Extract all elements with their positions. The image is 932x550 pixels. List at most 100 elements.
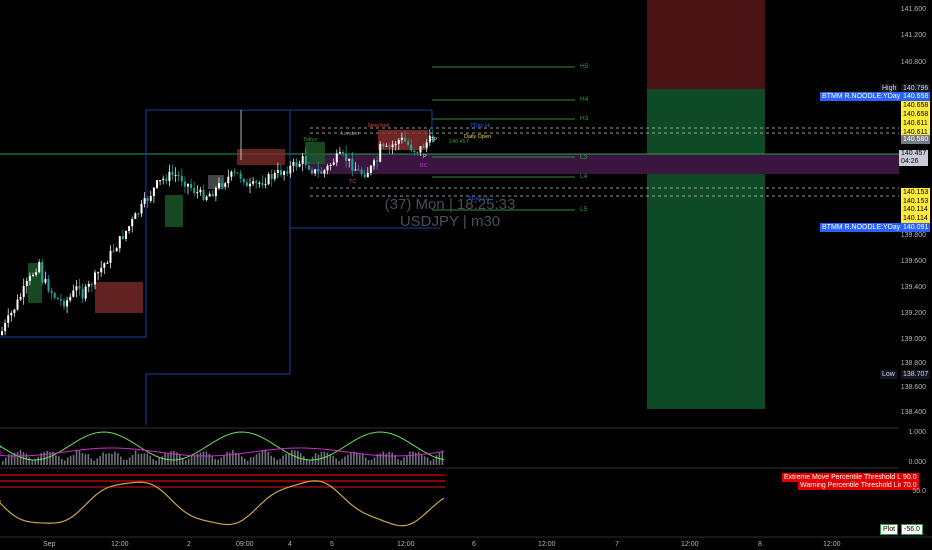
- candle-body: [335, 153, 338, 163]
- candle-body: [25, 280, 28, 287]
- histogram-bar: [270, 455, 273, 465]
- price-axis-label: 139.800: [900, 232, 926, 239]
- histogram-bar: [367, 460, 370, 465]
- candle-body: [270, 174, 273, 179]
- histogram-bar: [397, 458, 399, 465]
- level-label-h4: H4: [580, 96, 589, 103]
- histogram-bar: [2, 461, 4, 465]
- histogram-bar: [140, 453, 143, 465]
- candle-body: [208, 193, 211, 197]
- histogram-bar: [403, 457, 405, 465]
- histogram-bar: [105, 453, 107, 465]
- candle-body: [146, 198, 149, 201]
- candle-body: [261, 182, 264, 186]
- candle-body: [118, 236, 121, 249]
- histogram-bar: [409, 451, 411, 465]
- candle-body: [162, 178, 165, 181]
- candle-body: [373, 160, 375, 166]
- histogram-bar: [152, 459, 155, 465]
- candle-body: [360, 169, 363, 175]
- candle-body: [221, 183, 224, 187]
- histogram-bar: [238, 453, 240, 465]
- histogram-bar: [16, 451, 19, 465]
- histogram-bar: [373, 457, 376, 465]
- histogram-bar: [202, 451, 205, 465]
- candle-body: [379, 143, 382, 162]
- level-price-tag: 140.114: [901, 214, 930, 223]
- candle-body: [1, 331, 3, 335]
- candle-body: [264, 184, 267, 186]
- price-axis-label: 138.800: [900, 360, 926, 367]
- histogram-bar: [276, 460, 278, 465]
- histogram-bar: [435, 455, 438, 465]
- candle-body: [400, 137, 403, 140]
- candle-body: [19, 296, 22, 300]
- price-axis-label: 141.600: [900, 6, 926, 13]
- histogram-bar: [252, 456, 255, 465]
- level-label-l5: L5: [580, 206, 588, 213]
- current-price-value: 140.457: [901, 150, 927, 157]
- price-axis-label: 139.000: [900, 336, 926, 343]
- histogram-bar: [258, 452, 261, 465]
- histogram-bar: [37, 457, 39, 465]
- level-price-tag: 140.611: [901, 119, 930, 128]
- stop-loss-zone: [647, 0, 765, 89]
- range-line: [290, 109, 433, 128]
- session-label-tokyo: Tokyo: [303, 137, 318, 143]
- histogram-bar: [361, 454, 364, 465]
- candle-body: [125, 230, 127, 239]
- candle-body: [4, 322, 7, 332]
- histogram-bar: [217, 459, 219, 465]
- time-axis-label: 8: [758, 541, 762, 548]
- candle-body: [16, 299, 19, 310]
- candle-body: [53, 293, 56, 298]
- histogram-bar: [282, 455, 284, 465]
- histogram-bar: [302, 455, 305, 465]
- candle-body: [326, 165, 329, 171]
- watermark-time: (37) Mon | 18:25:33: [384, 196, 516, 213]
- candle-body: [180, 175, 183, 182]
- candle-body: [363, 174, 366, 178]
- time-axis-label: 5: [330, 541, 334, 548]
- candle-body: [320, 171, 323, 174]
- candle-body: [59, 299, 62, 301]
- candle-body: [41, 261, 44, 283]
- candle-body: [103, 263, 106, 268]
- histogram-bar: [75, 449, 78, 465]
- price-marker-label: 140.457: [449, 139, 469, 145]
- histogram-bar: [149, 455, 152, 465]
- yday-lo-value-tag: 140.091: [901, 223, 931, 232]
- histogram-bar: [255, 454, 258, 465]
- price-chart-canvas[interactable]: [0, 0, 932, 550]
- histogram-bar: [220, 457, 222, 465]
- plot-label-tag: Plot: [880, 524, 899, 535]
- candle-body: [90, 283, 93, 285]
- histogram-bar: [158, 457, 160, 465]
- candle-body: [317, 169, 320, 172]
- histogram-bar: [111, 453, 113, 465]
- current-price-tag: 140.457 04:26: [899, 150, 929, 166]
- candle-body: [75, 286, 78, 291]
- yday-lo-label: YDay Lo: [468, 196, 490, 202]
- candle-body: [224, 183, 227, 187]
- candle-body: [242, 178, 245, 183]
- candle-body: [369, 165, 372, 173]
- tradingview-chart[interactable]: (37) Mon | 18:25:33 USDJPY | m30 141.600…: [0, 0, 932, 550]
- histogram-bar: [211, 456, 214, 465]
- candle-body: [100, 267, 103, 273]
- level-price-tag: 140.658: [901, 110, 931, 119]
- histogram-bar: [232, 450, 234, 465]
- histogram-bar: [323, 451, 326, 465]
- time-axis-label: 12:00: [823, 541, 841, 548]
- histogram-bar: [347, 454, 349, 465]
- histogram-bar: [243, 458, 246, 465]
- pivot-pp-label: PP: [430, 137, 438, 143]
- histogram-bar: [294, 450, 296, 465]
- candle-body: [286, 171, 289, 174]
- candle-body: [407, 141, 410, 145]
- histogram-bar: [134, 450, 137, 465]
- oscillator-axis-label: 1.000: [908, 429, 926, 436]
- candle-body: [391, 144, 394, 148]
- histogram-bar: [412, 451, 414, 465]
- price-axis-label: 138.400: [900, 409, 926, 416]
